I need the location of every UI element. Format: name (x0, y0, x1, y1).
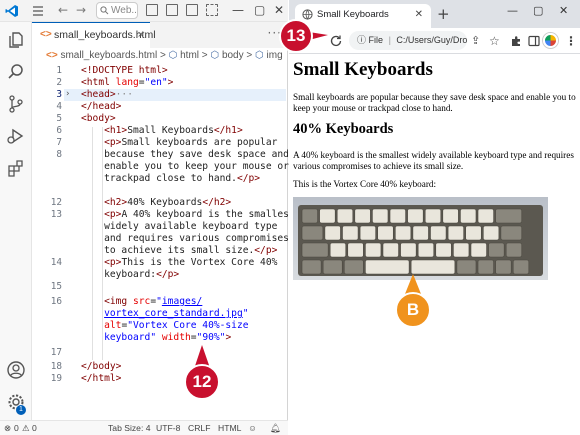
callout-pointers (195, 32, 421, 368)
callout-step-b: B (395, 292, 431, 328)
callout-b-pointer (405, 274, 421, 294)
callout-step-12: 12 (184, 364, 220, 400)
callout-step-13: 13 (279, 19, 313, 53)
